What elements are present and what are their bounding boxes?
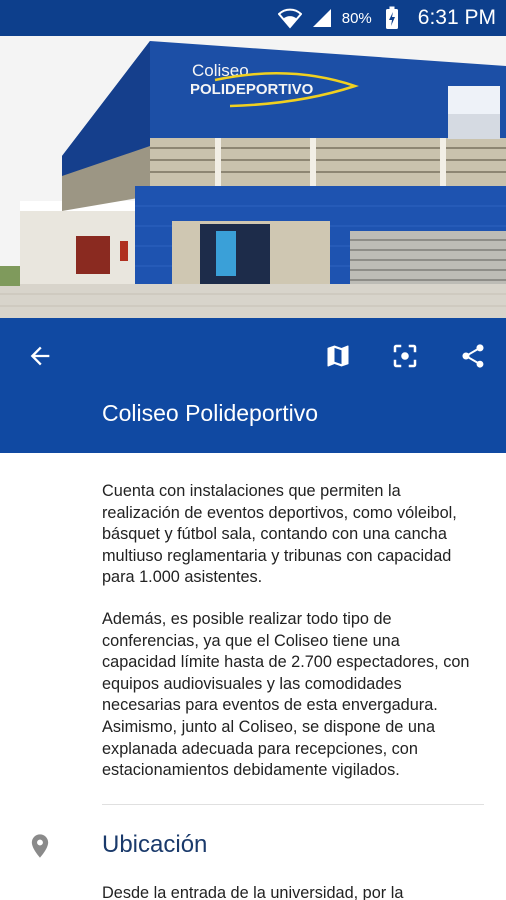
center-focus-icon <box>393 344 417 368</box>
focus-button[interactable] <box>387 338 423 374</box>
sign-line2: POLIDEPORTIVO <box>190 81 314 98</box>
map-icon <box>327 345 349 367</box>
battery-percent: 80% <box>341 9 372 27</box>
clock: 6:31 PM <box>417 6 496 29</box>
battery-charging-icon <box>380 6 404 30</box>
arrow-left-icon <box>30 346 50 366</box>
sign-line1: Coliseo <box>192 61 249 80</box>
content-area[interactable]: Cuenta con instalaciones que permiten la… <box>0 453 506 900</box>
back-button[interactable] <box>22 338 58 374</box>
wifi-icon <box>277 6 302 30</box>
share-button[interactable] <box>455 338 491 374</box>
app-bar: Coliseo Polideportivo <box>0 318 506 453</box>
description-paragraph-1: Cuenta con instalaciones que permiten la… <box>102 482 457 587</box>
page-title: Coliseo Polideportivo <box>102 400 319 426</box>
location-paragraph: Desde la entrada de la universidad, por … <box>102 884 404 900</box>
section-divider <box>102 804 484 805</box>
status-bar: 80% 6:31 PM <box>0 0 506 36</box>
signal-icon <box>310 6 334 30</box>
map-button[interactable] <box>320 338 356 374</box>
share-icon <box>462 344 484 368</box>
location-section-title: Ubicación <box>102 831 208 858</box>
description-paragraph-2: Además, es posible realizar todo tipo de… <box>102 610 470 780</box>
hero-image: Coliseo POLIDEPORTIVO <box>0 36 506 318</box>
location-pin-icon <box>26 830 54 862</box>
